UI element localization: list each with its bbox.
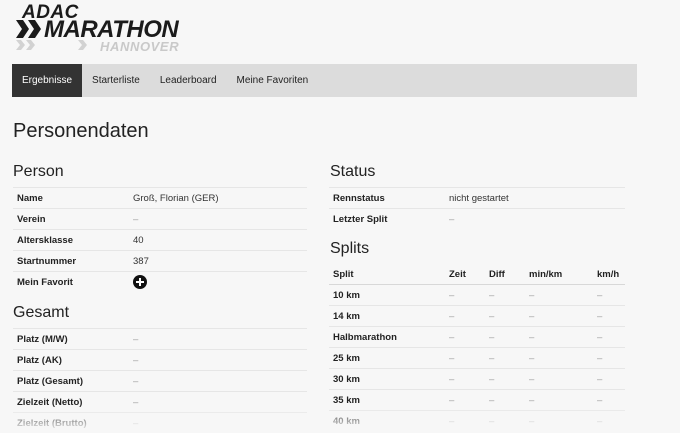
- table-row: 14 km – – – –: [329, 306, 625, 327]
- row-label: Zielzeit (Netto): [13, 392, 129, 413]
- row-label: Altersklasse: [13, 230, 129, 251]
- column-header: km/h: [593, 264, 625, 285]
- tab-leaderboard[interactable]: Leaderboard: [150, 64, 227, 97]
- table-row: Zielzeit (Brutto) –: [13, 413, 307, 433]
- table-row: Zielzeit (Netto) –: [13, 392, 307, 413]
- row-value: 387: [129, 251, 307, 272]
- column-header: Split: [329, 264, 445, 285]
- table-row: 30 km – – – –: [329, 369, 625, 390]
- split-zeit: –: [445, 327, 485, 348]
- table-row: Altersklasse 40: [13, 230, 307, 251]
- split-name: 10 km: [329, 285, 445, 306]
- table-row: Halbmarathon – – – –: [329, 327, 625, 348]
- split-minkm: –: [525, 327, 593, 348]
- row-label: Platz (AK): [13, 350, 129, 371]
- row-value: –: [129, 209, 307, 230]
- row-value: –: [129, 371, 307, 392]
- row-value: –: [129, 392, 307, 413]
- tab-starterliste[interactable]: Starterliste: [82, 64, 150, 97]
- column-header: Diff: [485, 264, 525, 285]
- table-row: Platz (AK) –: [13, 350, 307, 371]
- section-title-gesamt: Gesamt: [13, 304, 69, 322]
- split-kmh: –: [593, 285, 625, 306]
- row-label: Mein Favorit: [13, 272, 129, 293]
- split-zeit: –: [445, 285, 485, 306]
- split-kmh: –: [593, 369, 625, 390]
- split-kmh: –: [593, 390, 625, 411]
- tab-ergebnisse[interactable]: Ergebnisse: [12, 64, 82, 97]
- split-diff: –: [485, 285, 525, 306]
- row-value: –: [129, 329, 307, 350]
- split-diff: –: [485, 369, 525, 390]
- split-diff: –: [485, 348, 525, 369]
- row-label: Zielzeit (Brutto): [13, 413, 129, 433]
- split-minkm: –: [525, 348, 593, 369]
- splits-table: Split Zeit Diff min/km km/h 10 km – – – …: [329, 264, 625, 431]
- table-row: Platz (M/W) –: [13, 329, 307, 350]
- row-value: –: [129, 350, 307, 371]
- table-header-row: Split Zeit Diff min/km km/h: [329, 264, 625, 285]
- split-minkm: –: [525, 285, 593, 306]
- page-title: Personendaten: [13, 120, 149, 143]
- site-logo[interactable]: ADAC MARATHON HANNOVER: [16, 2, 196, 54]
- split-zeit: –: [445, 390, 485, 411]
- table-row: Platz (Gesamt) –: [13, 371, 307, 392]
- table-row: Mein Favorit: [13, 272, 307, 293]
- column-header: min/km: [525, 264, 593, 285]
- split-name: 25 km: [329, 348, 445, 369]
- section-title-splits: Splits: [330, 240, 369, 258]
- row-value: –: [129, 413, 307, 433]
- split-name: 14 km: [329, 306, 445, 327]
- table-row: Verein –: [13, 209, 307, 230]
- section-title-person: Person: [13, 163, 64, 181]
- split-kmh: –: [593, 348, 625, 369]
- split-diff: –: [485, 306, 525, 327]
- status-table: Rennstatus nicht gestartet Letzter Split…: [329, 187, 625, 229]
- split-kmh: –: [593, 327, 625, 348]
- split-name: Halbmarathon: [329, 327, 445, 348]
- table-row: Letzter Split –: [329, 209, 625, 230]
- split-zeit: –: [445, 369, 485, 390]
- row-value: 40: [129, 230, 307, 251]
- row-label: Name: [13, 188, 129, 209]
- row-label: Platz (Gesamt): [13, 371, 129, 392]
- main-nav: Ergebnisse Starterliste Leaderboard Mein…: [12, 64, 637, 97]
- split-diff: –: [485, 327, 525, 348]
- table-row: 25 km – – – –: [329, 348, 625, 369]
- split-diff: –: [485, 390, 525, 411]
- row-value: –: [445, 209, 625, 230]
- row-label: Startnummer: [13, 251, 129, 272]
- plus-circle-icon[interactable]: [133, 275, 147, 289]
- row-value: nicht gestartet: [445, 188, 625, 209]
- split-minkm: –: [525, 369, 593, 390]
- table-row: 35 km – – – –: [329, 390, 625, 411]
- split-zeit: –: [445, 306, 485, 327]
- split-minkm: –: [525, 306, 593, 327]
- logo-city: HANNOVER: [100, 39, 179, 54]
- row-label: Letzter Split: [329, 209, 445, 230]
- tab-meine-favoriten[interactable]: Meine Favoriten: [227, 64, 319, 97]
- gesamt-table: Platz (M/W) – Platz (AK) – Platz (Gesamt…: [13, 328, 307, 433]
- split-name: 30 km: [329, 369, 445, 390]
- person-table: Name Groß, Florian (GER) Verein – Alters…: [13, 187, 307, 292]
- column-header: Zeit: [445, 264, 485, 285]
- split-zeit: –: [445, 348, 485, 369]
- split-name: 35 km: [329, 390, 445, 411]
- row-label: Platz (M/W): [13, 329, 129, 350]
- table-row: Name Groß, Florian (GER): [13, 188, 307, 209]
- table-row: Rennstatus nicht gestartet: [329, 188, 625, 209]
- logo-ghost-chevrons-icon: [16, 40, 96, 50]
- section-title-status: Status: [330, 163, 375, 181]
- split-kmh: –: [593, 306, 625, 327]
- row-label: Verein: [13, 209, 129, 230]
- split-minkm: –: [525, 390, 593, 411]
- row-label: Rennstatus: [329, 188, 445, 209]
- row-value: Groß, Florian (GER): [129, 188, 307, 209]
- table-row: 10 km – – – –: [329, 285, 625, 306]
- table-row: Startnummer 387: [13, 251, 307, 272]
